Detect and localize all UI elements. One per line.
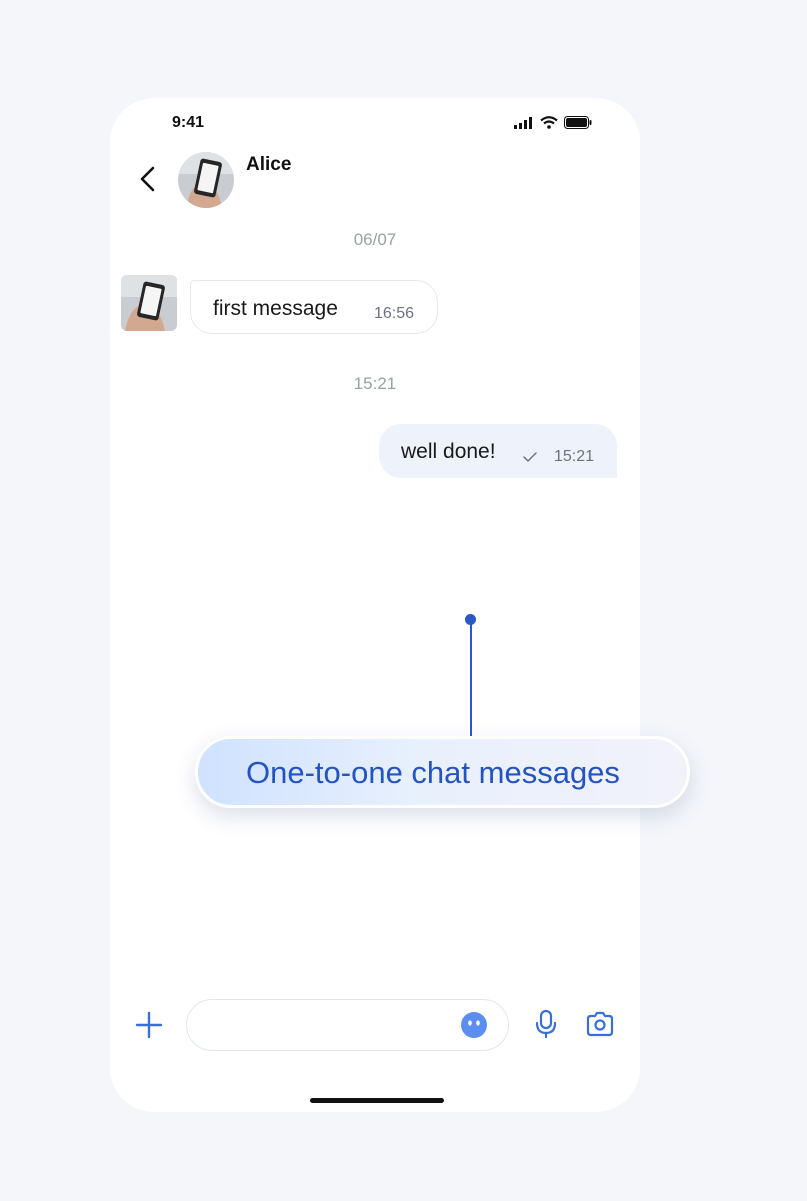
time-separator: 15:21	[353, 374, 397, 393]
outgoing-message-bubble[interactable]: well done! 15:21	[379, 424, 617, 478]
camera-icon	[586, 1011, 614, 1037]
phone-frame: 9:41 Alice 06/07 first message 16:56 15:…	[110, 98, 640, 1112]
avatar-photo-icon	[178, 152, 234, 208]
add-attachment-button[interactable]	[134, 1010, 164, 1040]
outgoing-message-text: well done!	[401, 440, 496, 463]
sent-check-icon	[523, 452, 537, 462]
message-input[interactable]	[186, 999, 509, 1051]
contact-name: Alice	[246, 154, 292, 175]
signal-icon	[514, 116, 532, 129]
date-separator: 06/07	[353, 230, 397, 249]
incoming-message-bubble[interactable]: first message 16:56	[190, 280, 438, 334]
microphone-icon	[535, 1009, 557, 1039]
emoji-button[interactable]	[460, 1011, 488, 1039]
sender-avatar[interactable]	[121, 275, 177, 331]
status-icons	[514, 116, 592, 129]
back-button[interactable]	[136, 164, 160, 194]
avatar-photo-icon	[121, 275, 177, 331]
callout-connector-line	[469, 620, 472, 738]
plus-icon	[135, 1011, 163, 1039]
incoming-message-text: first message	[213, 297, 338, 320]
wifi-icon	[540, 116, 558, 129]
home-indicator	[310, 1098, 444, 1103]
chevron-left-icon	[140, 166, 155, 192]
voice-message-button[interactable]	[534, 1009, 558, 1039]
status-time: 9:41	[172, 114, 205, 131]
contact-avatar[interactable]	[178, 152, 234, 208]
emoji-icon	[461, 1012, 487, 1038]
camera-button[interactable]	[586, 1011, 614, 1037]
outgoing-message-time: 15:21	[554, 448, 595, 465]
incoming-message-time: 16:56	[374, 305, 415, 322]
callout-label: One-to-one chat messages	[246, 755, 620, 790]
battery-icon	[564, 116, 592, 129]
feature-callout: One-to-one chat messages	[195, 736, 690, 808]
